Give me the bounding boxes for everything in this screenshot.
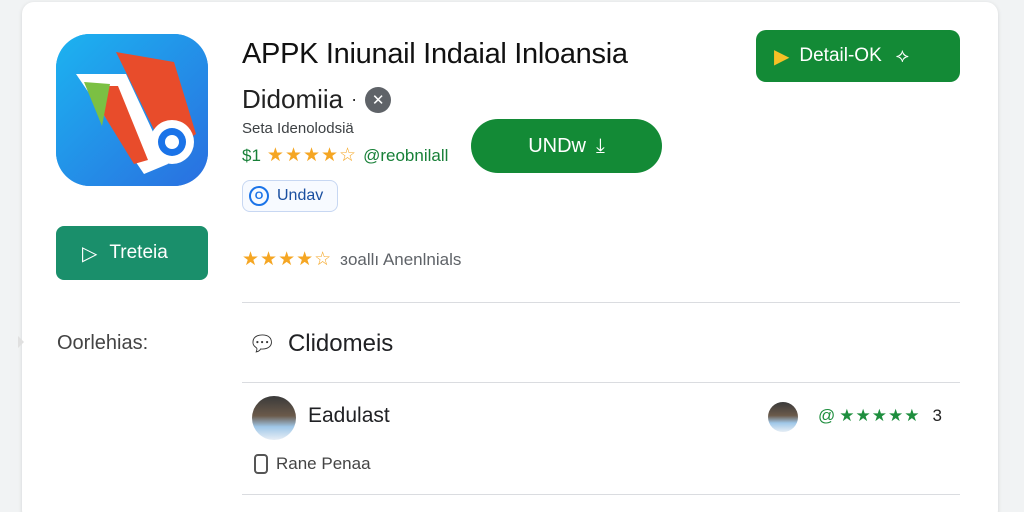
subtitle-separator: · — [351, 89, 358, 109]
review-count: 3 — [932, 406, 942, 425]
phone-icon — [254, 454, 268, 474]
comments-header: 💬︎ Clidomeis — [248, 330, 393, 358]
secondary-avatar[interactable] — [768, 402, 798, 432]
review-meta: Rane Penaa — [254, 454, 371, 474]
reviewer-name[interactable]: Eadulast — [308, 404, 390, 428]
caret-right-icon — [18, 336, 24, 348]
detail-button[interactable]: ▶ Detail-OK ⟡ — [756, 30, 960, 82]
rating-handle[interactable]: @reobnilall — [363, 146, 448, 166]
app-subtitle: Didomiia — [242, 84, 344, 114]
app-subtitle-row: Didomiia · ✕ — [242, 84, 392, 115]
reviewer-avatar[interactable] — [252, 396, 296, 440]
comments-title: Clidomeis — [287, 330, 394, 357]
category-badge[interactable]: O Undav — [242, 180, 338, 212]
play-store-icon: ▷ — [82, 242, 98, 265]
share-icon: ⟡ — [895, 44, 909, 67]
review-stars-prefix: @ — [818, 406, 836, 425]
reviews-summary[interactable]: ★★★★☆ ɜoallı Anenlnials — [242, 248, 461, 271]
developer-name[interactable]: Seta Idenolodsiä — [242, 120, 354, 137]
reviews-stars-icon: ★★★★☆ — [242, 249, 333, 270]
price-label: $1 — [242, 145, 261, 165]
open-button[interactable]: ▷ Treteia — [56, 226, 208, 280]
badge-label: Undav — [277, 187, 324, 204]
reviews-summary-label: ɜoallı Anenlnials — [340, 249, 462, 269]
play-icon: ▶ — [774, 45, 790, 68]
rating-line: $1 ★★★★☆ @reobnilall — [242, 144, 448, 167]
app-logo-icon — [56, 34, 208, 186]
install-button[interactable]: UNDw ⤓ — [471, 119, 662, 173]
divider — [242, 302, 960, 303]
app-title: APPK Iniunail Indaial Inloansia — [242, 38, 628, 70]
review-stars-icon: ★★★★★ — [839, 406, 921, 425]
side-section-label: Oorlehias: — [57, 332, 149, 354]
comment-bubble-icon: 💬︎ — [248, 331, 276, 356]
divider — [242, 494, 960, 495]
review-rating: @ ★★★★★ 3 — [818, 406, 942, 426]
install-button-label: UNDw — [528, 134, 586, 157]
rating-stars-icon: ★★★★☆ — [266, 145, 358, 166]
detail-button-label: Detail-OK — [799, 45, 882, 66]
review-meta-label: Rane Penaa — [276, 454, 371, 473]
open-button-label: Treteia — [109, 242, 168, 263]
close-icon[interactable]: ✕ — [365, 86, 392, 113]
divider — [242, 382, 960, 383]
badge-circle-icon: O — [249, 186, 269, 206]
download-icon: ⤓ — [595, 134, 605, 157]
